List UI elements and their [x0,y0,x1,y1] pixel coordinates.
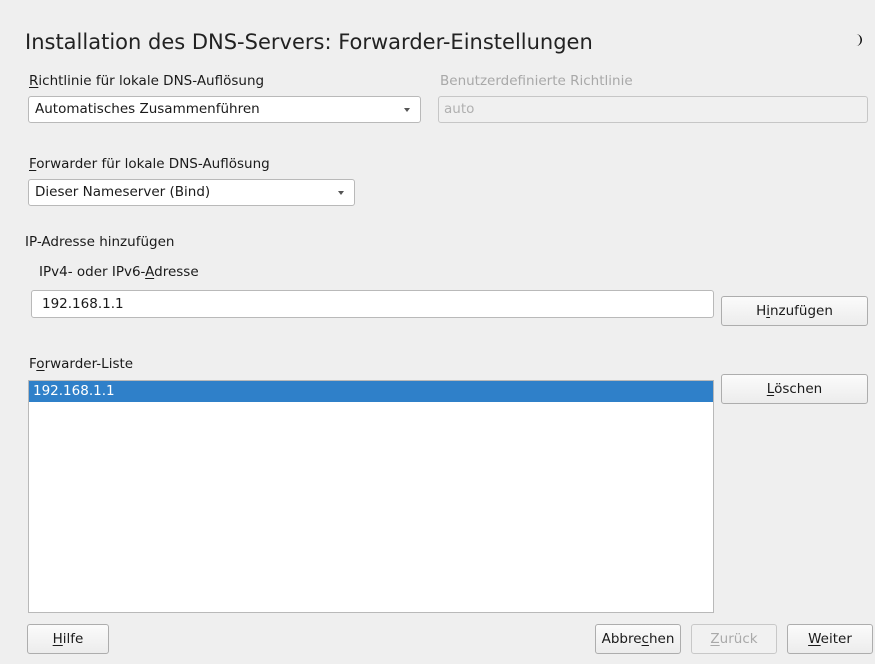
back-button: Zurück [691,624,777,654]
back-button-text: urück [719,631,758,647]
help-button-text: ilfe [62,631,84,647]
help-button[interactable]: Hilfe [27,624,109,654]
policy-combobox[interactable]: Automatisches Zusammenführen [28,96,421,123]
ip-label-pre: IPv4- oder IPv6- [39,264,146,280]
add-ip-heading: IP-Adresse hinzufügen [25,234,175,250]
abort-button-post: hen [648,631,675,647]
abort-button-pre: Abbre [601,631,642,647]
policy-selected-value: Automatisches Zusammenführen [35,101,260,117]
forwarder-selected-value: Dieser Nameserver (Bind) [35,184,211,200]
delete-button-text: öschen [774,381,823,397]
add-button-pre: H [756,303,767,319]
abort-button[interactable]: Abbrechen [595,624,681,654]
policy-label-text: ichtlinie für lokale DNS-Auflösung [38,73,265,89]
forwarder-list-label: Forwarder-Liste [29,356,133,372]
ip-address-input[interactable]: 192.168.1.1 [31,290,714,318]
ip-label-mnemonic: A [145,264,155,280]
back-button-mnemonic: Z [710,631,720,647]
forwarder-list[interactable]: 192.168.1.1 [28,380,714,613]
help-button-mnemonic: H [52,631,63,647]
policy-label: Richtlinie für lokale DNS-Auflösung [29,73,264,89]
next-button-text: eiter [820,631,852,647]
custom-policy-field: auto [438,96,868,123]
abort-button-mnemonic: c [641,631,649,647]
next-button[interactable]: Weiter [787,624,873,654]
forwarder-combobox[interactable]: Dieser Nameserver (Bind) [28,179,355,206]
custom-policy-label: Benutzerdefinierte Richtlinie [440,73,633,89]
dropdown-arrow-icon [404,108,410,112]
add-button[interactable]: Hinzufügen [721,296,868,326]
ip-address-label: IPv4- oder IPv6-Adresse [39,264,199,280]
forwarder-label-text: orwarder für lokale DNS-Auflösung [36,156,270,172]
forwarder-label: Forwarder für lokale DNS-Auflösung [29,156,270,172]
ip-label-post: dresse [154,264,199,280]
delete-button[interactable]: Löschen [721,374,868,404]
page-title: Installation des DNS-Servers: Forwarder-… [25,30,593,54]
forwarder-list-label-post: rwarder-Liste [44,356,134,372]
next-button-mnemonic: W [808,631,821,647]
add-button-post: nzufügen [769,303,833,319]
list-item[interactable]: 192.168.1.1 [29,381,713,402]
moon-icon [856,34,862,46]
forwarder-list-label-mnemonic: o [36,356,45,372]
policy-label-mnemonic: R [29,73,39,89]
delete-button-mnemonic: L [766,381,775,397]
dropdown-arrow-icon [338,191,344,195]
